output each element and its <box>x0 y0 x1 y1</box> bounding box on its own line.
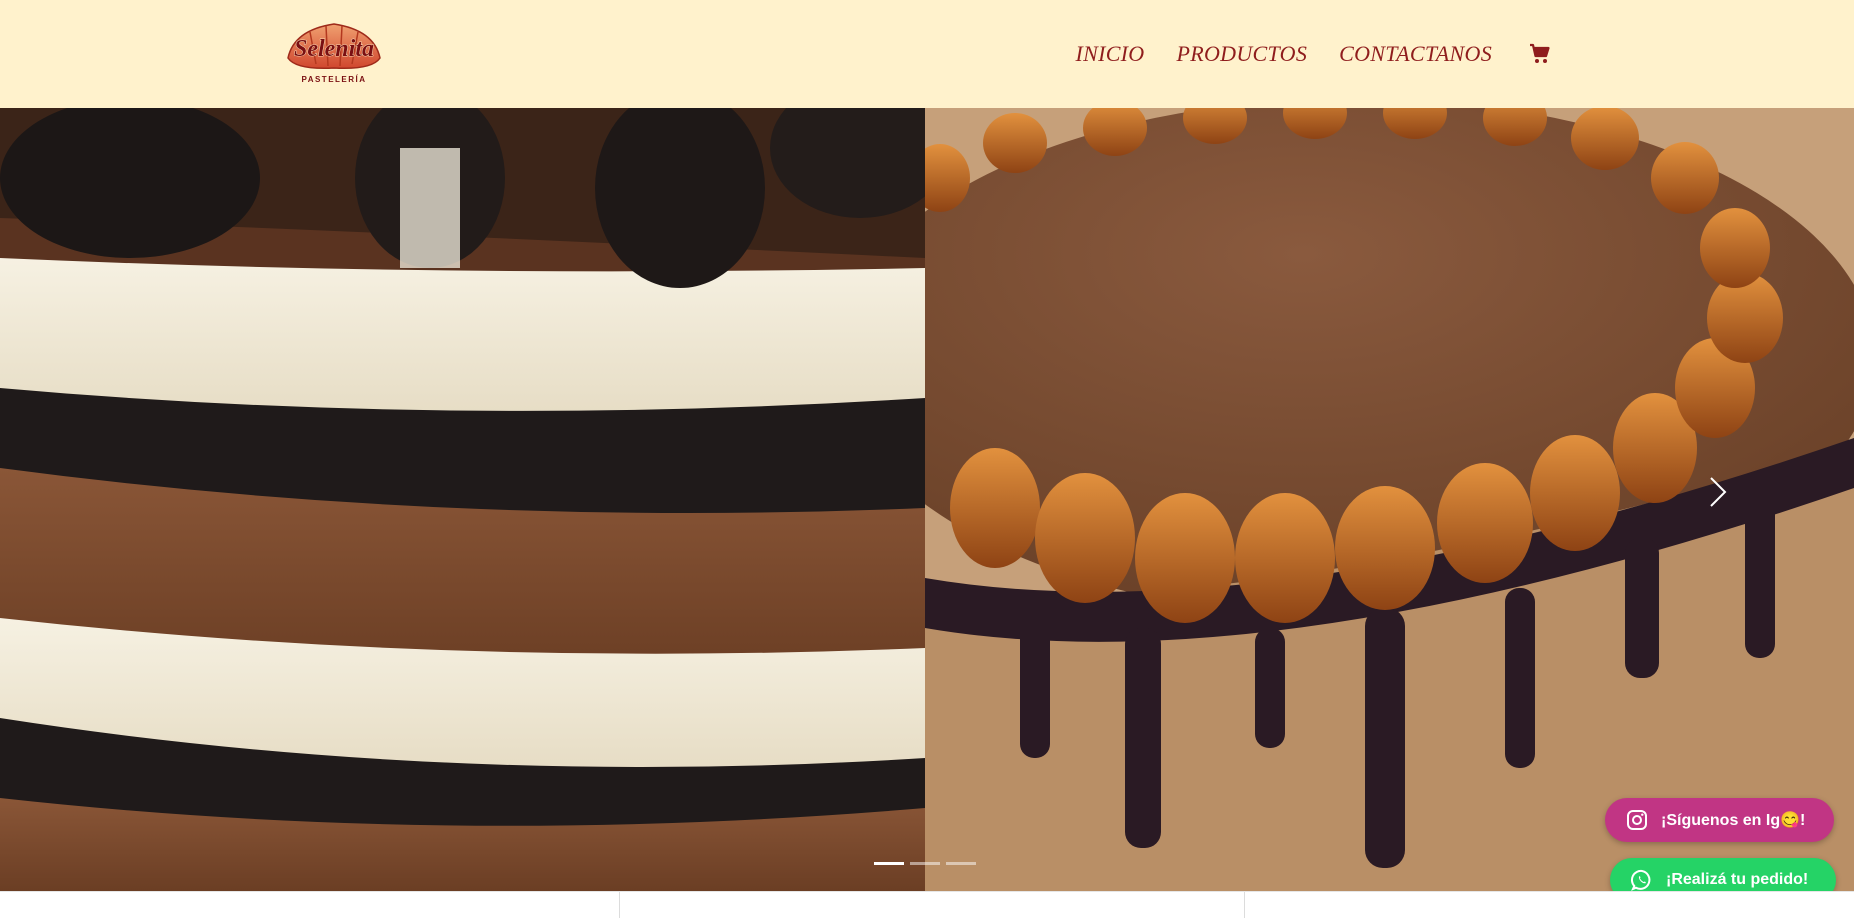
section-divider <box>619 892 620 918</box>
cart-icon[interactable] <box>1528 41 1554 67</box>
chevron-right-icon <box>1710 477 1727 507</box>
instagram-icon <box>1625 808 1649 832</box>
carousel-next-button[interactable] <box>1700 465 1736 519</box>
instagram-follow-button[interactable]: ¡Síguenos en Ig😋! <box>1605 798 1834 842</box>
nav-item-productos[interactable]: PRODUCTOS <box>1177 41 1308 67</box>
slide-image-oreo-cake <box>0 108 925 891</box>
carousel-indicator-1[interactable] <box>874 862 904 865</box>
main-nav: INICIO PRODUCTOS CONTACTANOS <box>1075 0 1554 108</box>
whatsapp-order-label: ¡Realizá tu pedido! <box>1666 871 1809 888</box>
hero-carousel <box>0 108 1854 891</box>
nav-item-contactanos[interactable]: CONTACTANOS <box>1339 41 1492 67</box>
nav-item-inicio[interactable]: INICIO <box>1075 41 1144 67</box>
whatsapp-icon <box>1630 868 1654 892</box>
instagram-follow-label: ¡Síguenos en Ig😋! <box>1661 812 1806 829</box>
brand-tagline: PASTELERÍA <box>301 75 366 84</box>
carousel-indicator-3[interactable] <box>946 862 976 865</box>
carousel-indicators <box>874 862 976 865</box>
section-divider <box>1244 892 1245 918</box>
next-section-strip <box>0 891 1854 918</box>
brand-logo[interactable]: Selenita PASTELERÍA <box>280 18 388 88</box>
brand-name: Selenita <box>294 36 374 62</box>
site-header: Selenita PASTELERÍA INICIO PRODUCTOS CON… <box>0 0 1854 108</box>
carousel-indicator-2[interactable] <box>910 862 940 865</box>
